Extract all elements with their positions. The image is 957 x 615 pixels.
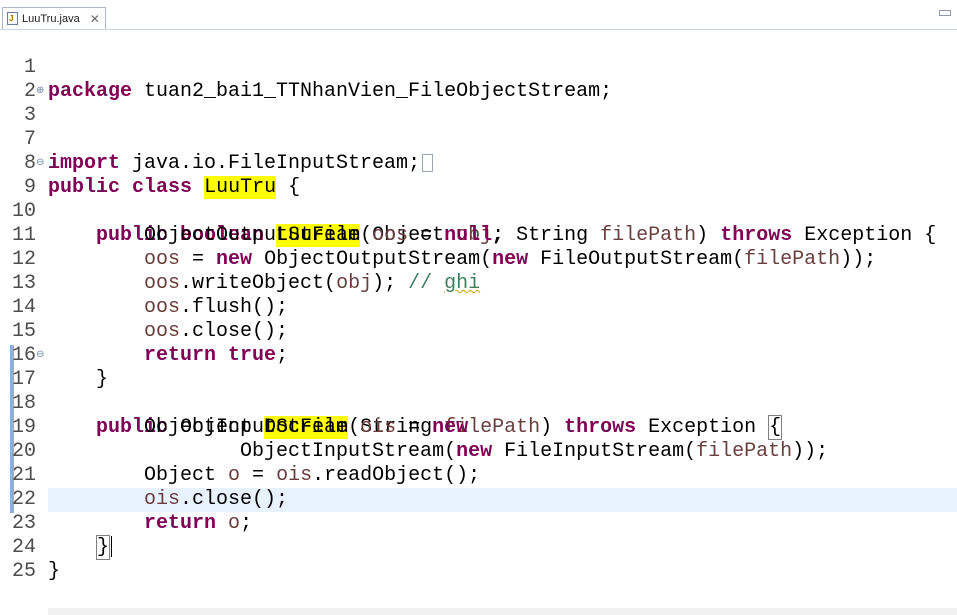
fold-collapse-icon[interactable]: ⊖ xyxy=(36,349,44,361)
code-line-20: 20 Object o = ois.readObject(); xyxy=(0,416,957,487)
line-number: 25 xyxy=(11,560,36,583)
tab-label: LuuTru.java xyxy=(22,12,80,25)
fold-expand-icon[interactable]: ⊕ xyxy=(36,85,44,97)
code-text[interactable]: } xyxy=(48,560,60,584)
fold-collapse-icon[interactable]: ⊖ xyxy=(36,157,44,169)
code-line-21: 21 ois.close(); xyxy=(0,440,957,511)
code-line-9: 9 ⊖ public boolean LuuFile(Object obj, S… xyxy=(0,152,957,247)
code-line-1: 1 package tuan2_bai1_TTNhanVien_FileObje… xyxy=(0,32,957,103)
code-line-8: 8 public class LuuTru { xyxy=(0,128,957,199)
code-line-16: 16 } xyxy=(0,320,957,391)
editor-tab-bar: J LuuTru.java ✕ xyxy=(0,0,957,30)
code-line-19: 19 ObjectInputStream(new FileInputStream… xyxy=(0,392,957,463)
java-file-icon: J xyxy=(7,12,18,25)
code-line-11: 11 oos = new ObjectOutputStream(new File… xyxy=(0,200,957,271)
code-line-3: 3 ⊕ import java.io.FileInputStream; xyxy=(0,80,957,175)
horizontal-scrollbar[interactable] xyxy=(48,608,957,615)
code-line-25: 25 xyxy=(0,536,957,583)
code-line-22: 22 return o; xyxy=(0,464,957,535)
close-icon[interactable]: ✕ xyxy=(90,13,100,25)
code-line-13: 13 oos.flush(); xyxy=(0,248,957,319)
code-line-2: 2 xyxy=(0,56,957,103)
minimize-icon[interactable] xyxy=(939,10,951,16)
code-line-18: 18 ObjectInputStream ois = new xyxy=(0,368,957,439)
code-line-24: 24 } xyxy=(0,512,957,583)
code-line-15: 15 return true; xyxy=(0,296,957,367)
code-line-14: 14 oos.close(); xyxy=(0,272,957,343)
code-line-10: 10 ObjectOutputStream oos = null; xyxy=(0,176,957,247)
code-line-23: 23 } xyxy=(0,488,957,560)
editor-tab-luutru[interactable]: J LuuTru.java ✕ xyxy=(2,7,106,29)
code-line-12: 12 oos.writeObject(obj); // ghi xyxy=(0,224,957,295)
tab-bar-divider xyxy=(0,29,957,30)
code-line-17: 17 ⊖ public Object DocFile(String filePa… xyxy=(0,344,957,440)
code-line-7: 7 xyxy=(0,104,957,151)
